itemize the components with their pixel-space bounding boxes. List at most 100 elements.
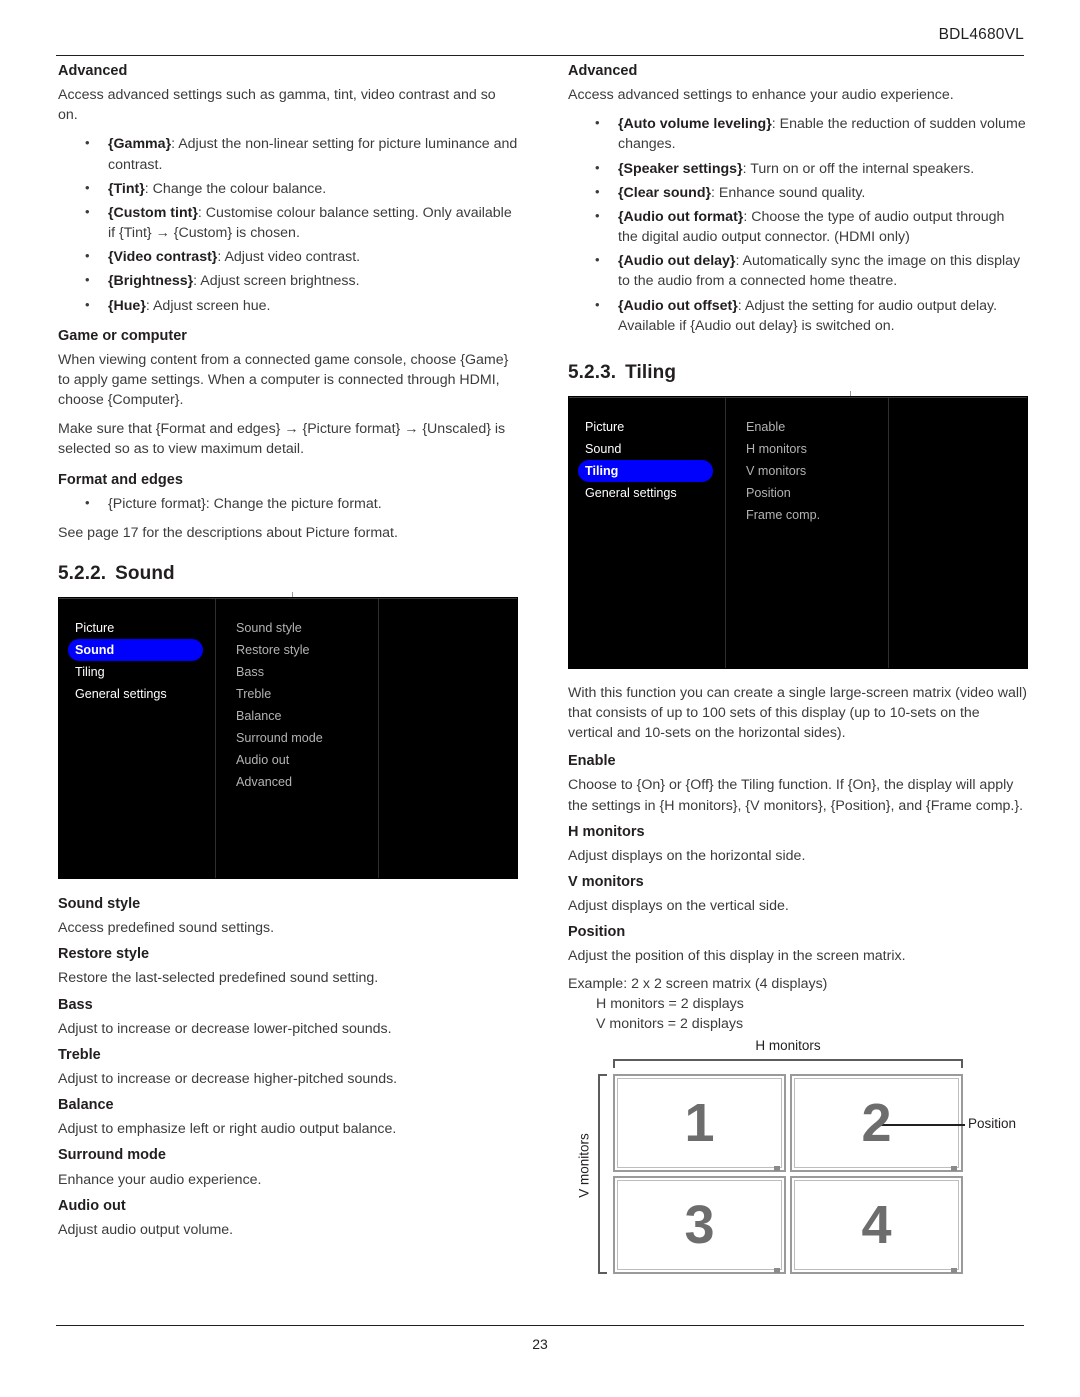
tiling-section-heading: 5.2.3. Tiling	[568, 362, 1028, 384]
osd-option-bass[interactable]: Bass	[216, 661, 378, 683]
osd-option-restore-style[interactable]: Restore style	[216, 639, 378, 661]
definition-block: Treble Adjust to increase or decrease hi…	[58, 1046, 518, 1089]
bullet-term: {Audio out format}	[618, 208, 744, 225]
osd-menu-item-picture[interactable]: Picture	[569, 416, 725, 438]
list-item: {Audio out delay}: Automatically sync th…	[568, 251, 1028, 291]
osd-submenu-column: Sound style Restore style Bass Treble Ba…	[216, 598, 379, 879]
definition-term: Treble	[58, 1046, 101, 1063]
bullet-term: {Brightness}	[108, 273, 194, 290]
definition-term: V monitors	[568, 874, 644, 891]
tiling-osd-panel: Picture Sound Tiling General settings En…	[568, 395, 1028, 669]
definition-description: Restore the last-selected predefined sou…	[58, 970, 379, 987]
osd-main-menu-column: Picture Sound Tiling General settings	[569, 396, 726, 668]
definition-term: Balance	[58, 1097, 114, 1114]
definition-description: Adjust displays on the horizontal side.	[568, 847, 806, 864]
bullet-term: {Hue}	[108, 297, 146, 314]
definition-block: Sound style Access predefined sound sett…	[58, 895, 518, 938]
picture-format-note: See page 17 for the descriptions about P…	[58, 524, 398, 541]
advanced-picture-block: Advanced Access advanced settings such a…	[58, 62, 518, 316]
diagram-h-monitors-label: H monitors	[755, 1038, 821, 1054]
definition-description: Adjust the position of this display in t…	[568, 948, 906, 965]
osd-option-v-monitors[interactable]: V monitors	[726, 460, 888, 482]
osd-option-position[interactable]: Position	[726, 482, 888, 504]
bullet-term: {Speaker settings}	[618, 160, 743, 177]
diagram-monitor-grid: 1 2 3 4	[613, 1074, 963, 1275]
osd-option-balance[interactable]: Balance	[216, 705, 378, 727]
example-v-monitors: V monitors = 2 displays	[596, 1015, 744, 1032]
format-and-edges-block: Format and edges {Picture format}: Chang…	[58, 471, 518, 543]
definition-term: Audio out	[58, 1197, 126, 1214]
game-or-computer-block: Game or computer When viewing content fr…	[58, 327, 518, 460]
diagram-cell-number: 4	[861, 1195, 892, 1256]
game-or-computer-para-2: Make sure that {Format and edges} → {Pic…	[58, 421, 506, 458]
sound-osd-screenshot: Picture Sound Tiling General settings So…	[58, 592, 518, 880]
list-item: {Audio out format}: Choose the type of a…	[568, 207, 1028, 247]
footer-rule	[56, 1325, 1024, 1327]
osd-value-column	[889, 397, 1027, 668]
definition-block: Balance Adjust to emphasize left or righ…	[58, 1096, 518, 1139]
list-item: {Hue}: Adjust screen hue.	[58, 296, 518, 316]
osd-main-menu-column: Picture Sound Tiling General settings	[59, 598, 216, 879]
diagram-cell-foot	[774, 1166, 780, 1172]
definition-description: Enhance your audio experience.	[58, 1171, 262, 1188]
bullet-text: : Adjust screen brightness.	[193, 273, 360, 290]
list-item: {Picture format}: Change the picture for…	[58, 494, 518, 514]
diagram-vertical-bracket	[598, 1074, 607, 1275]
tiling-matrix-diagram: H monitors V monitors 1 2 3 4 Position	[568, 1038, 1028, 1286]
bullet-term: {Auto volume leveling}	[618, 116, 772, 133]
example-title: Example: 2 x 2 screen matrix (4 displays…	[568, 975, 828, 992]
diagram-horizontal-bracket	[613, 1059, 963, 1069]
left-column: Advanced Access advanced settings such a…	[58, 62, 518, 1247]
definition-description: Adjust displays on the vertical side.	[568, 898, 789, 915]
document-page: BDL4680VL Advanced Access advanced setti…	[0, 0, 1080, 1397]
list-item: {Audio out offset}: Adjust the setting f…	[568, 296, 1028, 336]
osd-menu-item-general-settings[interactable]: General settings	[569, 482, 725, 504]
list-item: {Tint}: Change the colour balance.	[58, 179, 518, 199]
definition-block: Position Adjust the position of this dis…	[568, 923, 1028, 966]
advanced-intro: Access advanced settings to enhance your…	[568, 87, 954, 104]
example-h-monitors: H monitors = 2 displays	[596, 995, 744, 1012]
osd-menu-item-sound[interactable]: Sound	[68, 639, 203, 662]
advanced-heading: Advanced	[568, 63, 638, 79]
diagram-monitor-cell: 1	[613, 1074, 786, 1173]
definition-block: V monitors Adjust displays on the vertic…	[568, 873, 1028, 916]
osd-menu-item-sound[interactable]: Sound	[569, 438, 725, 460]
osd-option-audio-out[interactable]: Audio out	[216, 749, 378, 771]
page-number: 23	[532, 1336, 548, 1352]
osd-option-sound-style[interactable]: Sound style	[216, 617, 378, 639]
osd-option-treble[interactable]: Treble	[216, 683, 378, 705]
advanced-heading: Advanced	[58, 63, 128, 79]
osd-top-divider	[569, 396, 1027, 398]
definition-term: Position	[568, 924, 626, 941]
diagram-cell-foot	[951, 1268, 957, 1274]
osd-option-h-monitors[interactable]: H monitors	[726, 438, 888, 460]
osd-option-frame-comp[interactable]: Frame comp.	[726, 504, 888, 526]
tiling-osd-screenshot: Picture Sound Tiling General settings En…	[568, 390, 1028, 669]
game-or-computer-heading: Game or computer	[58, 327, 187, 344]
osd-value-column	[379, 598, 517, 878]
definition-block: Bass Adjust to increase or decrease lowe…	[58, 996, 518, 1039]
diagram-monitor-cell: 4	[790, 1176, 963, 1275]
list-item: {Auto volume leveling}: Enable the reduc…	[568, 114, 1028, 154]
definition-block: Audio out Adjust audio output volume.	[58, 1197, 518, 1240]
game-or-computer-para-1: When viewing content from a connected ga…	[58, 351, 509, 409]
header-rule	[56, 54, 1024, 56]
diagram-cell-number: 2	[861, 1093, 892, 1154]
definition-term: Surround mode	[58, 1147, 166, 1164]
sound-definitions-list: Sound style Access predefined sound sett…	[58, 895, 518, 1240]
osd-menu-item-general-settings[interactable]: General settings	[59, 683, 215, 705]
osd-submenu-column: Enable H monitors V monitors Position Fr…	[726, 396, 889, 668]
osd-menu-item-picture[interactable]: Picture	[59, 617, 215, 639]
diagram-monitor-cell: 3	[613, 1176, 786, 1275]
osd-option-advanced[interactable]: Advanced	[216, 771, 378, 793]
advanced-intro: Access advanced settings such as gamma, …	[58, 87, 496, 124]
osd-option-enable[interactable]: Enable	[726, 416, 888, 438]
osd-menu-item-tiling[interactable]: Tiling	[578, 459, 713, 482]
definition-block: Enable Choose to {On} or {Off} the Tilin…	[568, 752, 1028, 815]
definition-description: Adjust audio output volume.	[58, 1221, 234, 1238]
osd-option-surround-mode[interactable]: Surround mode	[216, 727, 378, 749]
definition-block: H monitors Adjust displays on the horizo…	[568, 823, 1028, 866]
definition-term: Restore style	[58, 946, 150, 963]
osd-menu-item-tiling[interactable]: Tiling	[59, 661, 215, 683]
definition-term: Enable	[568, 753, 616, 770]
